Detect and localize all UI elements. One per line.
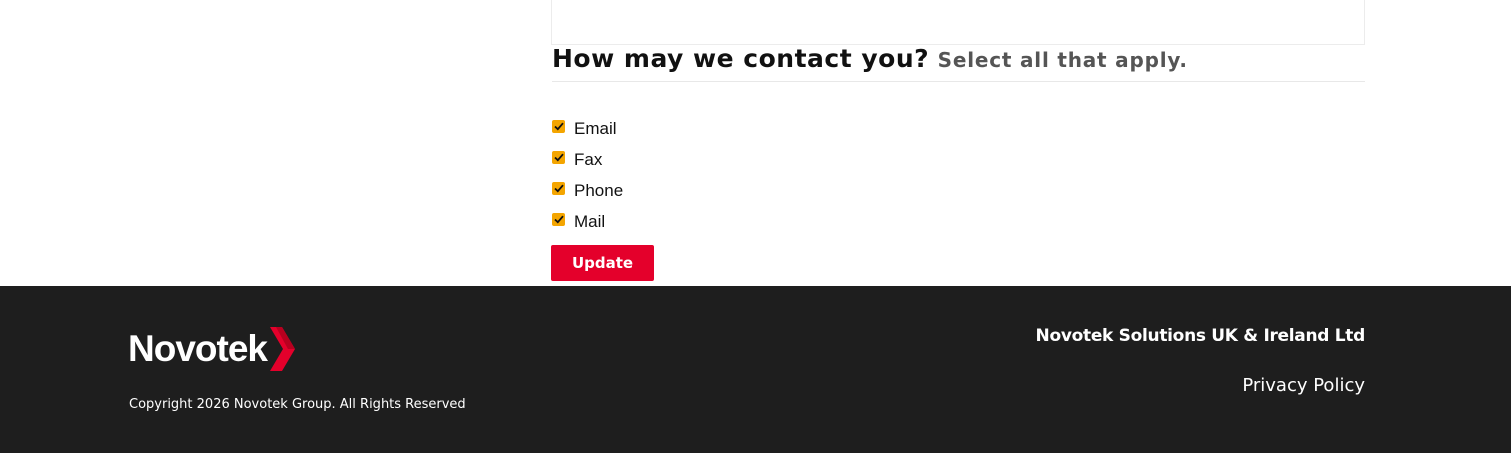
- mail-checkbox[interactable]: [552, 213, 565, 226]
- phone-checkbox[interactable]: [552, 182, 565, 195]
- option-label: Email: [574, 118, 617, 138]
- option-email[interactable]: Email: [552, 113, 623, 144]
- novotek-logo[interactable]: Novotek: [128, 324, 296, 374]
- checkmark-icon: [553, 122, 564, 131]
- page: How may we contact you? Select all that …: [0, 0, 1511, 453]
- contact-options-list: Email Fax Phone Mail: [552, 113, 623, 237]
- option-phone[interactable]: Phone: [552, 175, 623, 206]
- chevron-arrow-icon: [269, 327, 295, 371]
- option-mail[interactable]: Mail: [552, 206, 623, 237]
- option-fax[interactable]: Fax: [552, 144, 623, 175]
- option-label: Phone: [574, 180, 624, 200]
- checkmark-icon: [553, 153, 564, 162]
- copyright-text: Copyright 2026 Novotek Group. All Rights…: [129, 397, 466, 412]
- checkmark-icon: [553, 184, 564, 193]
- logo-text: Novotek: [128, 328, 268, 369]
- contact-preferences-heading: How may we contact you? Select all that …: [552, 44, 1365, 82]
- option-label: Fax: [574, 149, 603, 169]
- company-name: Novotek Solutions UK & Ireland Ltd: [1035, 326, 1366, 346]
- heading-title: How may we contact you?: [552, 44, 930, 73]
- site-footer: Novotek Copyright 2026 Novotek Group. Al…: [0, 286, 1511, 453]
- email-checkbox[interactable]: [552, 120, 565, 133]
- fax-checkbox[interactable]: [552, 151, 565, 164]
- heading-subtitle: Select all that apply.: [937, 48, 1188, 72]
- privacy-policy-link[interactable]: Privacy Policy: [1242, 375, 1365, 396]
- message-textarea[interactable]: [551, 0, 1365, 45]
- checkmark-icon: [553, 215, 564, 224]
- option-label: Mail: [574, 211, 606, 231]
- update-button[interactable]: Update: [551, 245, 654, 281]
